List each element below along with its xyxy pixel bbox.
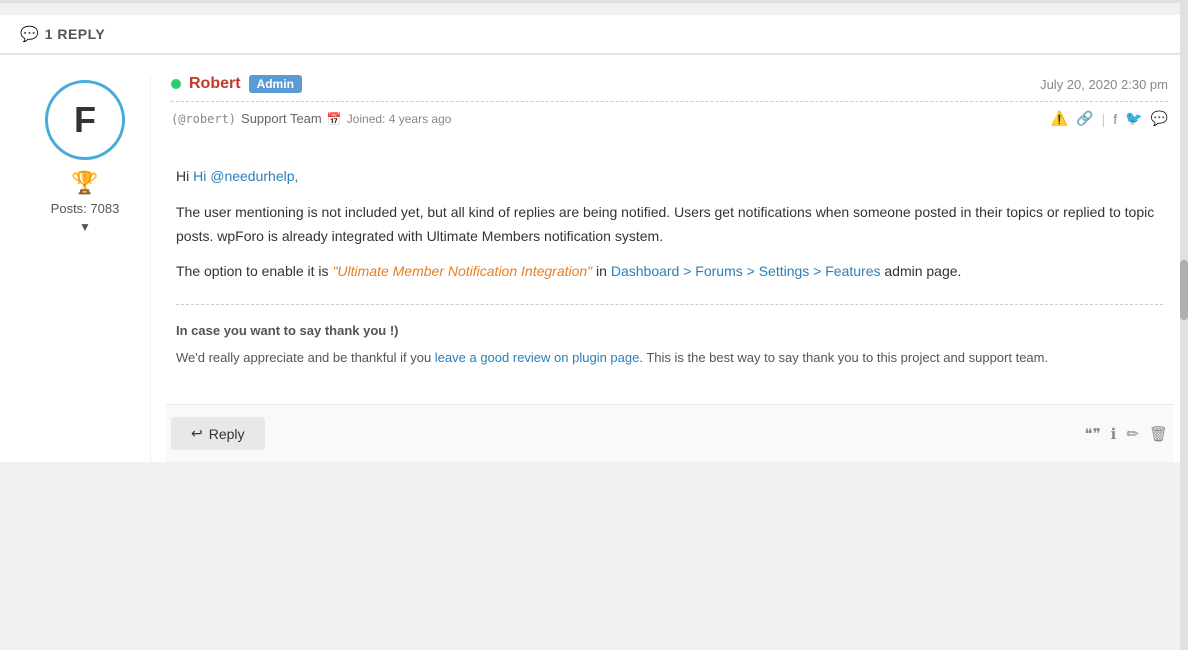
avatar: F [45, 80, 125, 160]
post-sidebar: F 🏆 Posts: 7083 ▼ [20, 75, 150, 462]
footer-icons: ❝❞ ℹ ✏ 🗑 [1085, 425, 1168, 443]
body-link-paragraph: The option to enable it is "Ultimate Mem… [176, 260, 1163, 284]
edit-icon[interactable]: ✏ [1126, 425, 1139, 443]
joined-info: Joined: 4 years ago [347, 112, 452, 126]
post-username: Robert [189, 75, 241, 93]
posts-label: Posts: 7083 [51, 201, 120, 216]
alert-icon[interactable]: ⚠️ [1051, 110, 1068, 127]
quote-icon[interactable]: ❝❞ [1085, 425, 1101, 443]
thankyou-prefix: We'd really appreciate and be thankful i… [176, 350, 435, 365]
thankyou-title: In case you want to say thank you !) [176, 320, 1163, 342]
post-meta-right: ⚠️ 🔗 | f 🐦 💬 [1051, 110, 1168, 127]
post-container: F 🏆 Posts: 7083 ▼ Robert Admin July 20, … [0, 54, 1188, 462]
body-line3-suffix: admin page. [880, 263, 961, 279]
calendar-icon: 📅 [327, 112, 342, 126]
thankyou-suffix: . This is the best way to say thank you … [639, 350, 1048, 365]
post-body: Hi Hi @needurhelp, The user mentioning i… [171, 150, 1168, 404]
review-link[interactable]: leave a good review on plugin page [435, 350, 640, 365]
whatsapp-icon[interactable]: 💬 [1151, 110, 1168, 127]
comment-icon: 💬 [20, 25, 39, 43]
facebook-icon[interactable]: f [1113, 111, 1117, 127]
user-handle: (@robert) [171, 112, 236, 126]
mention-needurhelp: Hi @needurhelp, [193, 168, 298, 184]
support-team-label: Support Team [241, 111, 322, 126]
scrollbar-thumb[interactable] [1180, 260, 1188, 320]
thankyou-section: In case you want to say thank you !) We'… [176, 304, 1163, 389]
post-header-left: Robert Admin [171, 75, 302, 93]
body-line3-prefix: The option to enable it is [176, 263, 332, 279]
dropdown-arrow-icon[interactable]: ▼ [79, 220, 91, 234]
dashboard-nav-link[interactable]: Dashboard > Forums > Settings > Features [611, 263, 881, 279]
post-main: Robert Admin July 20, 2020 2:30 pm (@rob… [150, 75, 1168, 462]
post-header: Robert Admin July 20, 2020 2:30 pm [171, 75, 1168, 102]
post-date: July 20, 2020 2:30 pm [1040, 77, 1168, 92]
reply-count-label: 1 REPLY [45, 26, 106, 42]
body-line3-middle: in [592, 263, 611, 279]
post-footer: ↩ Reply ❝❞ ℹ ✏ 🗑 [166, 404, 1173, 462]
scrollbar[interactable] [1180, 0, 1188, 650]
meta-divider: | [1102, 111, 1106, 127]
post-meta-left: (@robert) Support Team 📅 Joined: 4 years… [171, 111, 451, 126]
um-notification-link: "Ultimate Member Notification Integratio… [332, 263, 592, 279]
link-icon[interactable]: 🔗 [1076, 110, 1093, 127]
online-status-dot [171, 79, 181, 89]
reply-arrow-icon: ↩ [191, 425, 203, 442]
thankyou-text: We'd really appreciate and be thankful i… [176, 348, 1163, 369]
post-meta: (@robert) Support Team 📅 Joined: 4 years… [171, 110, 1168, 135]
body-greeting-prefix: Hi [176, 168, 193, 184]
reply-button-label: Reply [209, 426, 245, 442]
twitter-icon[interactable]: 🐦 [1125, 110, 1142, 127]
reply-count-bar: 💬 1 REPLY [0, 15, 1188, 54]
body-paragraph: The user mentioning is not included yet,… [176, 201, 1163, 249]
trophy-icon: 🏆 [71, 170, 98, 196]
reply-button[interactable]: ↩ Reply [171, 417, 265, 450]
info-icon[interactable]: ℹ [1111, 425, 1117, 443]
trash-icon[interactable]: 🗑 [1149, 425, 1168, 443]
page-wrapper: 💬 1 REPLY F 🏆 Posts: 7083 ▼ Robert Admin… [0, 0, 1188, 650]
admin-badge: Admin [249, 75, 302, 93]
top-divider [0, 0, 1188, 3]
